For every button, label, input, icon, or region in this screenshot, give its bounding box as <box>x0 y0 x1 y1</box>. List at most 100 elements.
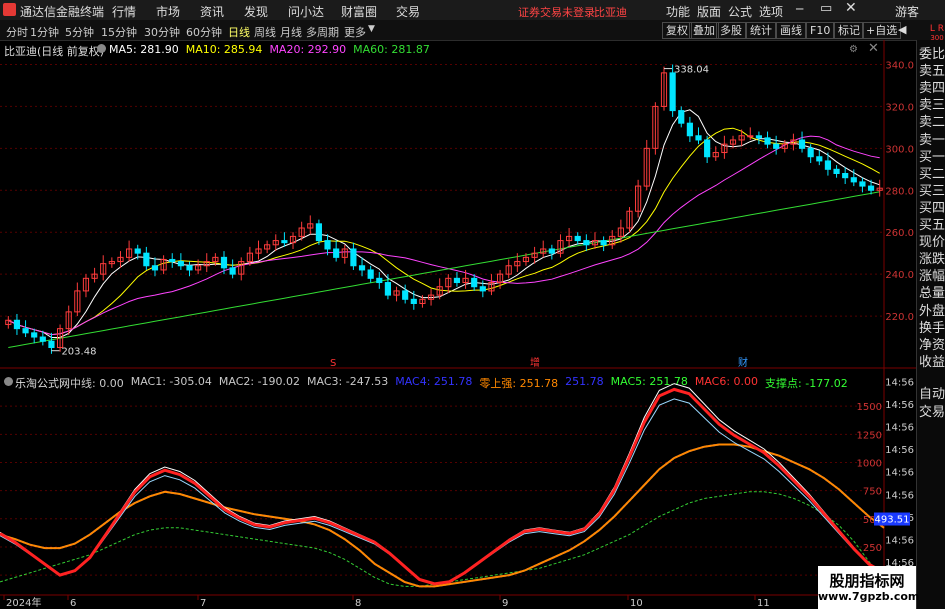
watermark-title: 股朋指标网 <box>829 572 905 590</box>
support-line <box>0 491 885 587</box>
menu-market[interactable]: 市场 <box>156 3 180 20</box>
time-tick-label: 14:56 <box>885 468 914 479</box>
tab-15min[interactable]: 15分钟 <box>101 24 137 40</box>
candle-body <box>31 332 38 338</box>
more-dropdown-icon[interactable]: ▼ <box>368 24 375 34</box>
candle-body <box>151 265 159 271</box>
indicator-tick-label: 1500 <box>857 402 882 413</box>
candle-body <box>479 286 486 292</box>
button-overlay[interactable]: 叠加 <box>689 22 719 39</box>
menu-ask[interactable]: 问小达 <box>288 3 324 20</box>
tab-60min[interactable]: 60分钟 <box>186 24 222 40</box>
candle-body <box>704 139 711 158</box>
candle-body <box>850 177 857 183</box>
candle-body <box>859 181 866 187</box>
menu-news[interactable]: 资讯 <box>200 3 224 20</box>
button-adjust[interactable]: 复权 <box>662 22 692 39</box>
side-item-18[interactable]: 收益 <box>919 352 945 374</box>
candle-body <box>842 173 849 179</box>
candle-body <box>324 240 331 250</box>
candle-body <box>367 269 374 279</box>
time-tick-label: 14:56 <box>885 445 914 456</box>
button-f10[interactable]: F10 <box>806 22 835 39</box>
restore-icon[interactable]: ▭ <box>820 1 832 16</box>
side-bottom-item-1[interactable]: 交易 <box>919 402 945 424</box>
candle-body <box>453 277 461 284</box>
menu-bar: 通达信金融终端 行情 市场 资讯 发现 问小达 财富圈 交易 证券交易未登录 比… <box>0 0 945 21</box>
candle-body <box>574 235 581 242</box>
candle-body <box>816 156 823 162</box>
period-toolbar: 分时 1分钟 5分钟 15分钟 30分钟 60分钟 日线 周线 月线 多周期 更… <box>0 20 945 41</box>
minimize-icon[interactable]: ─ <box>796 2 803 16</box>
candle-body <box>39 336 46 342</box>
candle-body <box>22 328 29 334</box>
lr-number: 300 <box>930 34 944 42</box>
candle-body <box>669 72 676 112</box>
guest-label[interactable]: 游客 <box>895 3 919 20</box>
indicator-tick-label: 750 <box>863 487 882 498</box>
event-marker-2: 财 <box>738 356 748 369</box>
candle-body <box>867 185 875 191</box>
candle-body <box>13 319 21 330</box>
indicator-tick-label: 1000 <box>857 458 882 469</box>
menu-layout[interactable]: 版面 <box>697 3 721 20</box>
back-arrow-icon[interactable]: ◀ <box>898 23 906 36</box>
close-icon[interactable]: ✕ <box>845 0 857 16</box>
button-draw[interactable]: 画线 <box>776 22 806 39</box>
ma60-line <box>8 191 880 348</box>
menu-quotes[interactable]: 行情 <box>112 3 136 20</box>
candle-body <box>548 248 555 254</box>
menu-options[interactable]: 选项 <box>759 3 783 20</box>
candle-body <box>833 168 840 175</box>
menu-formula[interactable]: 公式 <box>728 3 752 20</box>
price-tick-label: 280.0 <box>885 186 914 197</box>
button-mark[interactable]: 标记 <box>834 22 864 39</box>
price-tick-label: 220.0 <box>885 312 914 323</box>
candle-body <box>686 122 693 137</box>
event-marker-1: 增 <box>530 356 540 369</box>
tab-timeshare[interactable]: 分时 <box>6 24 28 40</box>
kline-chart[interactable]: 340.0 320.0 300.0 280.0 260.0 240.0 220.0 338.… <box>0 40 916 609</box>
mac1-line <box>0 383 885 585</box>
app-title: 通达信金融终端 <box>20 5 105 19</box>
candle-body <box>798 139 806 149</box>
candle-body <box>186 265 193 271</box>
tab-1min[interactable]: 1分钟 <box>30 24 59 40</box>
menu-function[interactable]: 功能 <box>666 3 690 20</box>
candle-body <box>678 110 685 124</box>
tab-weekly[interactable]: 周线 <box>254 24 276 40</box>
indicator-tick-label: 1250 <box>857 430 882 441</box>
price-tick-label: 320.0 <box>885 102 914 113</box>
tab-30min[interactable]: 30分钟 <box>144 24 180 40</box>
candle-body <box>600 240 607 246</box>
trade-login-notice[interactable]: 证券交易未登录 <box>518 4 595 20</box>
tab-more[interactable]: 更多 <box>344 24 366 40</box>
x-tick-label: 6 <box>70 598 76 609</box>
indicator-tick-label: 250 <box>863 543 882 554</box>
ma20-line <box>8 135 880 336</box>
ma5-line <box>8 109 880 338</box>
candle-body <box>143 252 150 267</box>
button-multi-stock[interactable]: 多股 <box>716 22 746 39</box>
price-tick-label: 300.0 <box>885 144 914 155</box>
button-stats[interactable]: 统计 <box>746 22 776 39</box>
x-tick-label: 7 <box>200 598 206 609</box>
time-tick-label: 14:56 <box>885 378 914 389</box>
menu-wealth[interactable]: 财富圈 <box>341 3 377 20</box>
menu-discover[interactable]: 发现 <box>244 3 268 20</box>
tab-5min[interactable]: 5分钟 <box>65 24 94 40</box>
tab-monthly[interactable]: 月线 <box>280 24 302 40</box>
time-tick-label: 14:56 <box>885 535 914 546</box>
button-add-favorite[interactable]: +自选 <box>862 22 902 39</box>
candle-body <box>773 143 780 149</box>
x-tick-label: 10 <box>630 598 643 609</box>
time-tick-label: 14:56 <box>885 423 914 434</box>
tab-multi-period[interactable]: 多周期 <box>306 24 339 40</box>
candle-body <box>824 160 832 170</box>
candle-body <box>350 248 357 267</box>
candle-body <box>134 248 141 254</box>
menu-trade[interactable]: 交易 <box>396 3 420 20</box>
candle-body <box>48 340 55 349</box>
high-price-label: 338.04 <box>674 65 709 76</box>
tab-daily[interactable]: 日线 <box>228 24 250 40</box>
